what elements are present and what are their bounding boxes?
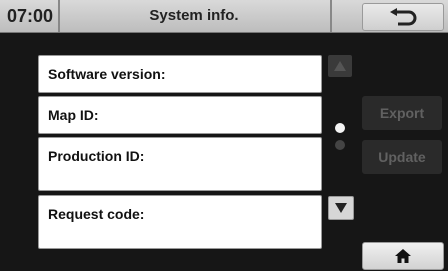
triangle-down-icon <box>335 203 347 213</box>
home-icon <box>395 249 411 263</box>
clock: 07:00 <box>7 6 54 26</box>
home-button[interactable] <box>362 242 444 270</box>
info-row-label: Request code: <box>48 206 145 222</box>
header-bar: 07:00 System info. <box>0 0 448 33</box>
page-title: System info. <box>149 7 239 24</box>
header-divider <box>330 0 332 32</box>
system-info-screen: 07:00 System info. Software version: Map… <box>0 0 448 271</box>
info-row-label: Map ID: <box>48 107 99 123</box>
triangle-up-icon <box>334 61 346 71</box>
page-indicator-dot-active <box>335 123 345 133</box>
scroll-down-button[interactable] <box>328 196 354 220</box>
export-button[interactable]: Export <box>362 96 442 130</box>
info-row-map-id: Map ID: <box>38 96 322 134</box>
page-indicator-dot <box>335 140 345 150</box>
info-row-label: Production ID: <box>48 148 145 164</box>
info-row-software-version: Software version: <box>38 55 322 93</box>
back-arrow-icon <box>390 8 417 26</box>
scroll-up-button[interactable] <box>328 55 352 77</box>
update-button[interactable]: Update <box>362 140 442 174</box>
info-row-label: Software version: <box>48 66 166 82</box>
info-row-production-id: Production ID: <box>38 137 322 191</box>
back-button[interactable] <box>362 3 444 31</box>
info-row-request-code: Request code: <box>38 195 322 249</box>
